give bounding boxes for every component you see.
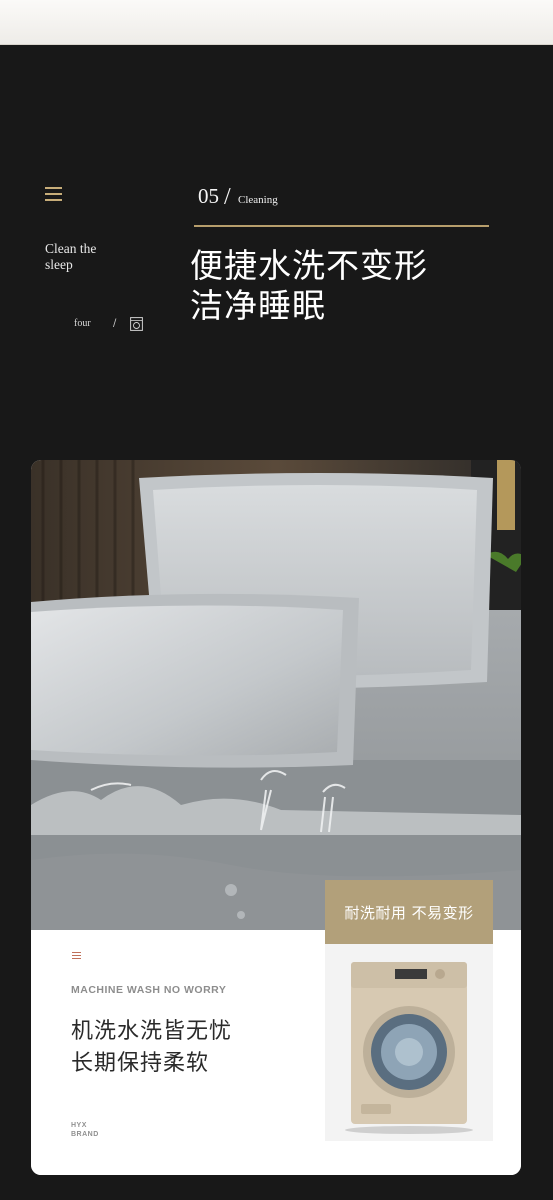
brand-mark: HYX BRAND	[71, 1121, 99, 1139]
durability-badge: 耐洗耐用 不易变形	[325, 880, 493, 944]
feature-subtitle-cn: 机洗水洗皆无忧 长期保持柔软	[71, 1016, 232, 1080]
slash-divider: /	[113, 318, 117, 329]
tagline-line2: sleep	[45, 257, 73, 272]
gold-divider	[194, 225, 489, 227]
headline-line2: 洁净睡眠	[190, 286, 326, 325]
feature-line2: 长期保持柔软	[71, 1051, 210, 1076]
feature-subtitle-en: MACHINE WASH NO WORRY	[71, 984, 227, 996]
tagline: Clean the sleep	[45, 241, 135, 273]
feature-line1: 机洗水洗皆无忧	[71, 1019, 233, 1044]
section-slash: /	[224, 184, 231, 210]
washing-machine-icon	[130, 317, 143, 331]
brand-line2: BRAND	[71, 1131, 99, 1138]
washing-machine-icon	[345, 962, 473, 1134]
brand-line1: HYX	[71, 1122, 87, 1129]
top-strip	[0, 0, 553, 45]
page-title: 便捷水洗不变形 洁净睡眠	[190, 246, 428, 326]
section-number: 05	[198, 184, 219, 208]
section-label: Cleaning	[238, 194, 278, 206]
headline-line1: 便捷水洗不变形	[190, 246, 428, 285]
page-word: four	[74, 318, 91, 329]
menu-icon[interactable]	[45, 187, 62, 201]
product-photo: MACHINE WASH NO WORRY 机洗水洗皆无忧 长期保持柔软 HYX…	[31, 460, 521, 1175]
menu-icon	[72, 952, 81, 959]
washing-machine-image	[325, 944, 493, 1141]
tagline-line1: Clean the	[45, 241, 97, 256]
